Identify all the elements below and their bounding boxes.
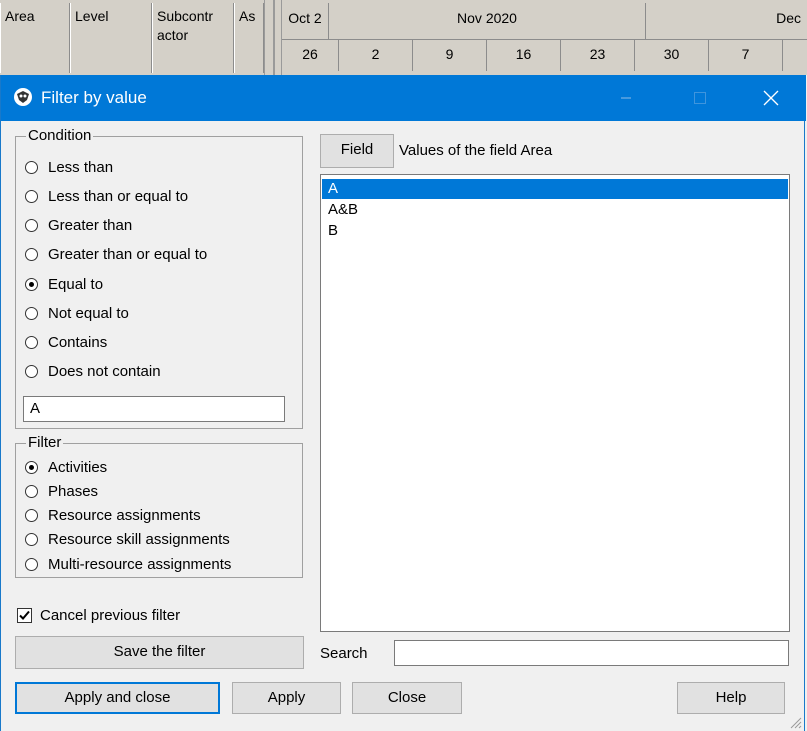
checkbox-label: Cancel previous filter: [40, 606, 181, 624]
checkmark-icon: [19, 610, 30, 620]
timeline-day: 23: [561, 40, 635, 71]
apply-button[interactable]: Apply: [232, 682, 341, 714]
radio-button-selected[interactable]: [25, 460, 38, 474]
filter-group: Filter Activities Phases Resource assign…: [15, 434, 303, 578]
timeline-month: Nov 2020: [329, 3, 646, 39]
filter-dialog: Filter by value Condition Less than Less…: [0, 75, 806, 731]
filter-option-resource-assignments[interactable]: Resource assignments: [25, 504, 201, 526]
column-header-as[interactable]: As: [234, 3, 264, 73]
column-header-subcontractor[interactable]: Subcontr actor: [152, 3, 234, 73]
radio-label: Phases: [48, 482, 99, 500]
radio-button[interactable]: [25, 484, 38, 498]
filter-option-resource-skill-assignments[interactable]: Resource skill assignments: [25, 528, 230, 550]
radio-label: Activities: [48, 458, 108, 476]
apply-and-close-button[interactable]: Apply and close: [15, 682, 220, 714]
help-button[interactable]: Help: [677, 682, 785, 714]
dialog-titlebar[interactable]: Filter by value: [1, 75, 806, 121]
app-icon: [14, 88, 32, 106]
radio-label: Resource assignments: [48, 506, 201, 524]
condition-option-not-equal-to[interactable]: Not equal to: [25, 302, 129, 324]
timeline-month: Oct 2: [282, 3, 329, 39]
radio-button[interactable]: [25, 508, 38, 522]
radio-label: Greater than or equal to: [48, 245, 208, 263]
condition-group: Condition Less than Less than or equal t…: [15, 127, 303, 429]
pane-splitter[interactable]: [264, 0, 274, 75]
radio-label: Resource skill assignments: [48, 530, 230, 548]
values-field-label: Values of the field Area: [399, 142, 553, 159]
radio-button[interactable]: [25, 247, 38, 261]
field-button[interactable]: Field: [320, 134, 394, 168]
column-header-level[interactable]: Level: [70, 3, 152, 73]
radio-button[interactable]: [25, 306, 38, 320]
checkbox[interactable]: [17, 607, 32, 623]
radio-button-selected[interactable]: [25, 277, 38, 291]
timeline-day: 26: [282, 40, 339, 71]
column-header-label: Level: [75, 8, 109, 24]
radio-label: Not equal to: [48, 304, 129, 322]
radio-button[interactable]: [25, 218, 38, 232]
radio-label: Does not contain: [48, 362, 161, 380]
save-filter-button[interactable]: Save the filter: [15, 636, 304, 669]
list-item-selected[interactable]: A: [322, 179, 788, 199]
radio-label: Less than: [48, 158, 114, 176]
radio-label: Multi-resource assignments: [48, 555, 232, 573]
condition-option-greater-than[interactable]: Greater than: [25, 214, 132, 236]
radio-label: Less than or equal to: [48, 187, 189, 205]
radio-button[interactable]: [25, 364, 38, 378]
radio-button[interactable]: [25, 189, 38, 203]
condition-legend: Condition: [26, 127, 94, 144]
column-header-label: Subcontr actor: [157, 8, 214, 43]
radio-button[interactable]: [25, 160, 38, 174]
column-header-label: As: [239, 8, 256, 24]
minimize-button[interactable]: [603, 75, 649, 121]
column-header-label: Area: [5, 8, 35, 24]
list-item[interactable]: A&B: [322, 200, 788, 220]
condition-option-greater-than-or-equal[interactable]: Greater than or equal to: [25, 243, 207, 265]
filter-option-activities[interactable]: Activities: [25, 456, 107, 478]
condition-value-input[interactable]: A: [23, 396, 285, 422]
timeline-day: 7: [709, 40, 783, 71]
close-window-button[interactable]: [749, 75, 795, 121]
filter-option-phases[interactable]: Phases: [25, 480, 98, 502]
search-label: Search: [320, 645, 368, 662]
dialog-title: Filter by value: [41, 88, 147, 107]
gantt-header: Area Level Subcontr actor As Oct 2 Nov 2…: [0, 0, 807, 75]
condition-option-does-not-contain[interactable]: Does not contain: [25, 360, 161, 382]
radio-label: Greater than: [48, 216, 133, 234]
timeline-day: 16: [487, 40, 561, 71]
pane-splitter-right[interactable]: [274, 0, 282, 75]
filter-legend: Filter: [26, 434, 64, 451]
maximize-icon: [694, 92, 706, 104]
radio-label: Contains: [48, 333, 108, 351]
minimize-icon: [621, 97, 631, 99]
close-button[interactable]: Close: [352, 682, 462, 714]
column-header-area[interactable]: Area: [0, 3, 70, 73]
values-listbox[interactable]: A A&B B: [320, 174, 790, 632]
radio-button[interactable]: [25, 532, 38, 546]
timeline-day: 2: [339, 40, 413, 71]
condition-option-equal-to[interactable]: Equal to: [25, 273, 103, 295]
list-item[interactable]: B: [322, 221, 788, 241]
radio-label: Equal to: [48, 275, 104, 293]
timeline-day: 9: [413, 40, 487, 71]
maximize-button[interactable]: [676, 75, 722, 121]
radio-button[interactable]: [25, 557, 38, 571]
search-input[interactable]: [394, 640, 789, 666]
cancel-previous-filter-checkbox[interactable]: Cancel previous filter: [17, 606, 180, 624]
timeline-month: Dec: [776, 10, 801, 26]
filter-option-multi-resource-assignments[interactable]: Multi-resource assignments: [25, 553, 231, 575]
condition-option-contains[interactable]: Contains: [25, 331, 107, 353]
condition-option-less-than[interactable]: Less than: [25, 156, 113, 178]
resize-grip-icon[interactable]: [788, 715, 802, 729]
condition-option-less-than-or-equal[interactable]: Less than or equal to: [25, 185, 188, 207]
radio-button[interactable]: [25, 335, 38, 349]
close-icon: [763, 90, 779, 106]
timeline-day: 30: [635, 40, 709, 71]
